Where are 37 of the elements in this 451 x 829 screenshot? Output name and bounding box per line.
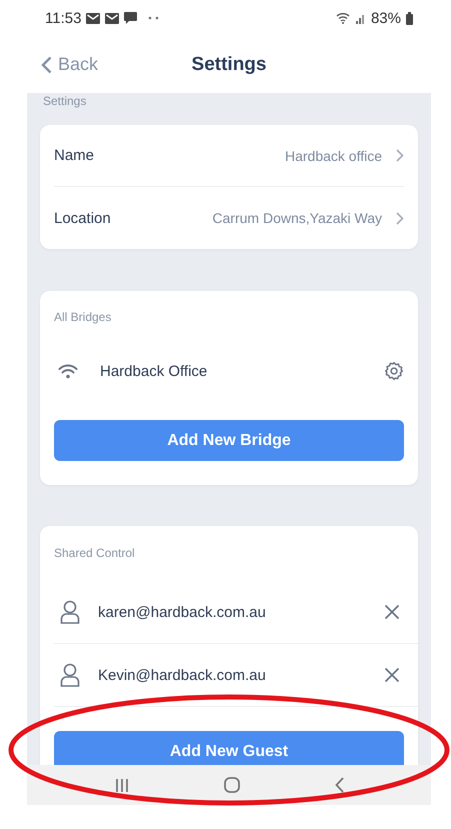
close-icon[interactable] xyxy=(384,667,400,683)
chevron-right-icon xyxy=(396,212,404,224)
chat-icon xyxy=(124,12,138,24)
signal-icon xyxy=(356,12,366,24)
add-guest-button[interactable]: Add New Guest xyxy=(54,731,404,765)
more-dots-icon xyxy=(148,16,160,20)
add-bridge-button[interactable]: Add New Bridge xyxy=(54,420,404,461)
home-icon[interactable] xyxy=(224,777,240,793)
user-icon xyxy=(60,663,80,687)
setting-label: Name xyxy=(54,147,94,164)
setting-value: Hardback office xyxy=(284,148,382,164)
card-title: Shared Control xyxy=(54,546,135,560)
battery-percent: 83% xyxy=(370,10,401,26)
status-time: 11:53 xyxy=(45,10,82,26)
wifi-icon xyxy=(58,364,78,378)
mail-icon xyxy=(105,12,120,24)
guest-email: Kevin@hardback.com.au xyxy=(98,666,266,684)
mail-icon xyxy=(86,12,100,24)
bridge-name: Hardback Office xyxy=(100,362,208,380)
back-button[interactable]: Back xyxy=(41,54,98,75)
close-icon[interactable] xyxy=(384,604,400,620)
guest-email: karen@hardback.com.au xyxy=(98,604,266,620)
chevron-right-icon xyxy=(396,149,404,162)
back-nav-icon[interactable] xyxy=(334,777,344,793)
settings-row[interactable]: Name Hardback office xyxy=(54,125,404,187)
settings-icon[interactable] xyxy=(384,361,404,381)
battery-icon xyxy=(406,12,413,24)
card-title: All Bridges xyxy=(54,310,112,324)
user-icon xyxy=(60,600,80,624)
setting-label: Location xyxy=(54,210,111,226)
chevron-left-icon xyxy=(41,56,52,74)
setting-value: Carrum Downs,Yazaki Way xyxy=(212,210,382,226)
settings-row[interactable]: Location Carrum Downs,Yazaki Way xyxy=(54,187,404,249)
page-title: Settings xyxy=(192,54,266,76)
section-label: Settings xyxy=(43,94,86,108)
wifi-icon xyxy=(336,12,351,24)
recent-apps-icon[interactable] xyxy=(114,778,128,792)
